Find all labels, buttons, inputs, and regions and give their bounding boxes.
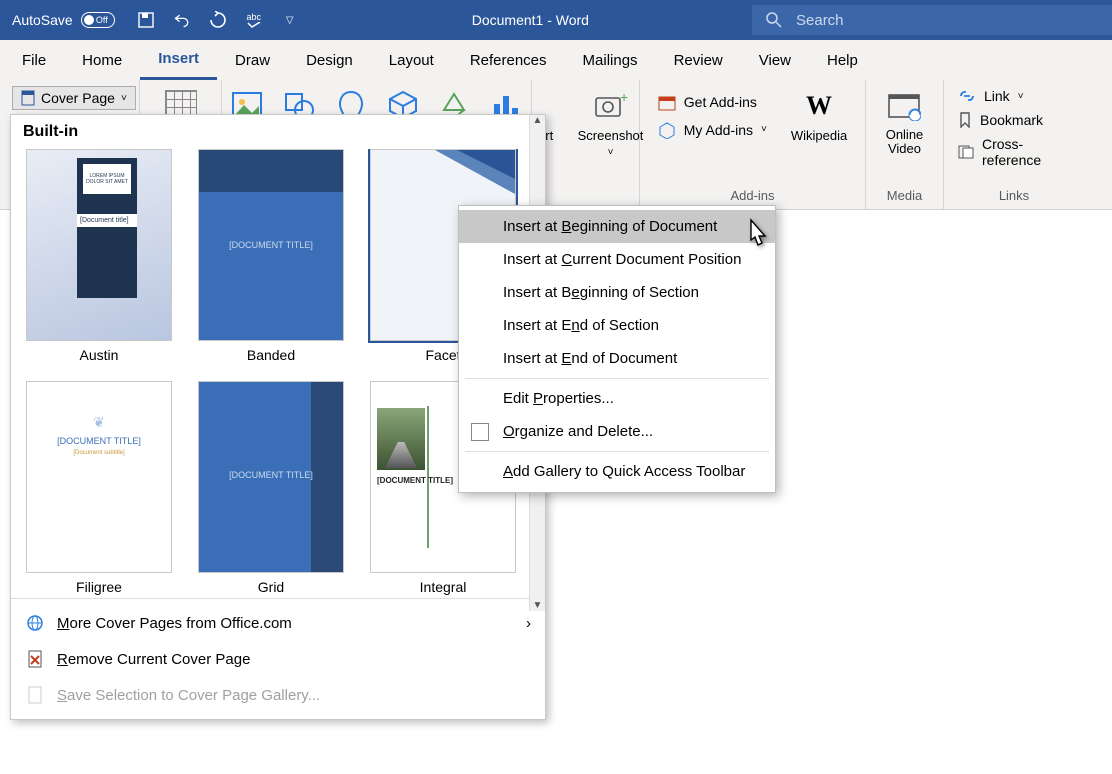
document-title: Document1 - Word xyxy=(309,12,752,28)
remove-cover-page[interactable]: Remove Current Cover Page xyxy=(11,641,545,677)
globe-icon xyxy=(25,613,45,633)
scroll-down-icon[interactable]: ▼ xyxy=(533,600,543,611)
more-cover-pages[interactable]: More Cover Pages from Office.com › xyxy=(11,605,545,641)
cross-reference-button[interactable]: Cross-reference xyxy=(958,136,1070,168)
search-placeholder: Search xyxy=(796,12,844,29)
title-bar: AutoSave Off abc ▽ Document1 - Word Sear… xyxy=(0,0,1112,40)
chevron-down-icon: ˅ xyxy=(121,93,127,104)
video-icon xyxy=(886,88,922,124)
wikipedia-button[interactable]: W Wikipedia xyxy=(791,88,847,143)
tab-draw[interactable]: Draw xyxy=(217,40,288,80)
ribbon-group-media: OnlineVideo Media xyxy=(866,80,944,209)
autosave-label: AutoSave xyxy=(12,12,73,28)
tab-layout[interactable]: Layout xyxy=(371,40,452,80)
remove-page-icon xyxy=(25,649,45,669)
wikipedia-icon: W xyxy=(801,88,837,124)
ctx-edit-properties[interactable]: Edit Properties... xyxy=(459,382,775,415)
tab-file[interactable]: File xyxy=(4,40,64,80)
screenshot-icon: + xyxy=(594,92,628,120)
ctx-insert-end-section[interactable]: Insert at End of Section xyxy=(459,309,775,342)
search-icon xyxy=(766,12,782,28)
cover-thumb-austin[interactable]: LOREM IPSUM DOLOR SIT AMET[Document titl… xyxy=(25,149,173,363)
ctx-insert-beginning-section[interactable]: Insert at Beginning of Section xyxy=(459,276,775,309)
cover-thumb-filigree[interactable]: ❦[DOCUMENT TITLE][Document subtitle] Fil… xyxy=(25,381,173,595)
ctx-insert-current-pos[interactable]: Insert at Current Document Position xyxy=(459,243,775,276)
gallery-section-header: Built-in xyxy=(11,115,545,149)
ctx-add-to-qat[interactable]: Add Gallery to Quick Access Toolbar xyxy=(459,455,775,488)
tab-mailings[interactable]: Mailings xyxy=(565,40,656,80)
quick-access-toolbar: abc ▽ xyxy=(127,11,309,29)
gallery-footer: More Cover Pages from Office.com › Remov… xyxy=(11,598,545,719)
cover-page-label: Cover Page xyxy=(41,90,115,106)
ctx-insert-end-doc[interactable]: Insert at End of Document xyxy=(459,342,775,375)
store-icon xyxy=(658,93,676,111)
my-addins-button[interactable]: My Add-ins ˅ xyxy=(658,121,767,139)
tab-insert[interactable]: Insert xyxy=(140,40,217,80)
cover-thumb-banded[interactable]: [DOCUMENT TITLE] Banded xyxy=(197,149,345,363)
redo-icon[interactable] xyxy=(209,11,227,29)
tab-view[interactable]: View xyxy=(741,40,809,80)
separator xyxy=(465,378,769,379)
autosave-toggle[interactable]: AutoSave Off xyxy=(0,12,127,28)
spellcheck-icon[interactable]: abc xyxy=(245,11,263,29)
ribbon-group-links: Link ˅ Bookmark Cross-reference Links xyxy=(944,80,1084,209)
chevron-right-icon: › xyxy=(526,615,531,632)
addins-icon xyxy=(658,121,676,139)
toggle-switch[interactable]: Off xyxy=(81,12,115,28)
save-icon[interactable] xyxy=(137,11,155,29)
ctx-organize-delete[interactable]: Organize and Delete... xyxy=(459,415,775,448)
chevron-down-icon: ˅ xyxy=(761,124,767,135)
xref-icon xyxy=(958,145,974,159)
organize-icon xyxy=(471,423,489,441)
chevron-down-icon: ˅ xyxy=(1018,91,1024,102)
chevron-down-icon: ˅ xyxy=(608,147,614,158)
cover-thumb-grid[interactable]: [DOCUMENT TITLE] Grid xyxy=(197,381,345,595)
link-icon xyxy=(958,89,976,103)
undo-icon[interactable] xyxy=(173,11,191,29)
save-to-gallery: Save Selection to Cover Page Gallery... xyxy=(11,677,545,713)
get-addins-button[interactable]: Get Add-ins xyxy=(658,93,767,111)
tab-design[interactable]: Design xyxy=(288,40,371,80)
tab-references[interactable]: References xyxy=(452,40,565,80)
page-icon xyxy=(21,90,35,106)
bookmark-icon xyxy=(958,112,972,128)
link-button[interactable]: Link ˅ xyxy=(958,88,1070,104)
customize-qat-icon[interactable]: ▽ xyxy=(281,11,299,29)
save-gallery-icon xyxy=(25,685,45,705)
online-video-button[interactable]: OnlineVideo xyxy=(886,88,924,157)
tab-review[interactable]: Review xyxy=(656,40,741,80)
scroll-up-icon[interactable]: ▲ xyxy=(533,115,543,126)
context-menu: Insert at Beginning of Document Insert a… xyxy=(458,205,776,493)
tab-help[interactable]: Help xyxy=(809,40,876,80)
bookmark-button[interactable]: Bookmark xyxy=(958,112,1070,128)
ribbon-tabs: File Home Insert Draw Design Layout Refe… xyxy=(0,40,1112,80)
svg-text:+: + xyxy=(620,92,628,105)
search-box[interactable]: Search xyxy=(752,5,1112,35)
ctx-insert-beginning-doc[interactable]: Insert at Beginning of Document xyxy=(459,210,775,243)
tab-home[interactable]: Home xyxy=(64,40,140,80)
separator xyxy=(465,451,769,452)
cover-page-button[interactable]: Cover Page ˅ xyxy=(12,86,136,110)
ribbon-group-screenshot: art + Screenshot ˅ xyxy=(532,80,640,209)
screenshot-button[interactable]: + Screenshot ˅ xyxy=(578,88,644,158)
ribbon-group-addins: Get Add-ins My Add-ins ˅ W Wikipedia Add… xyxy=(640,80,866,209)
